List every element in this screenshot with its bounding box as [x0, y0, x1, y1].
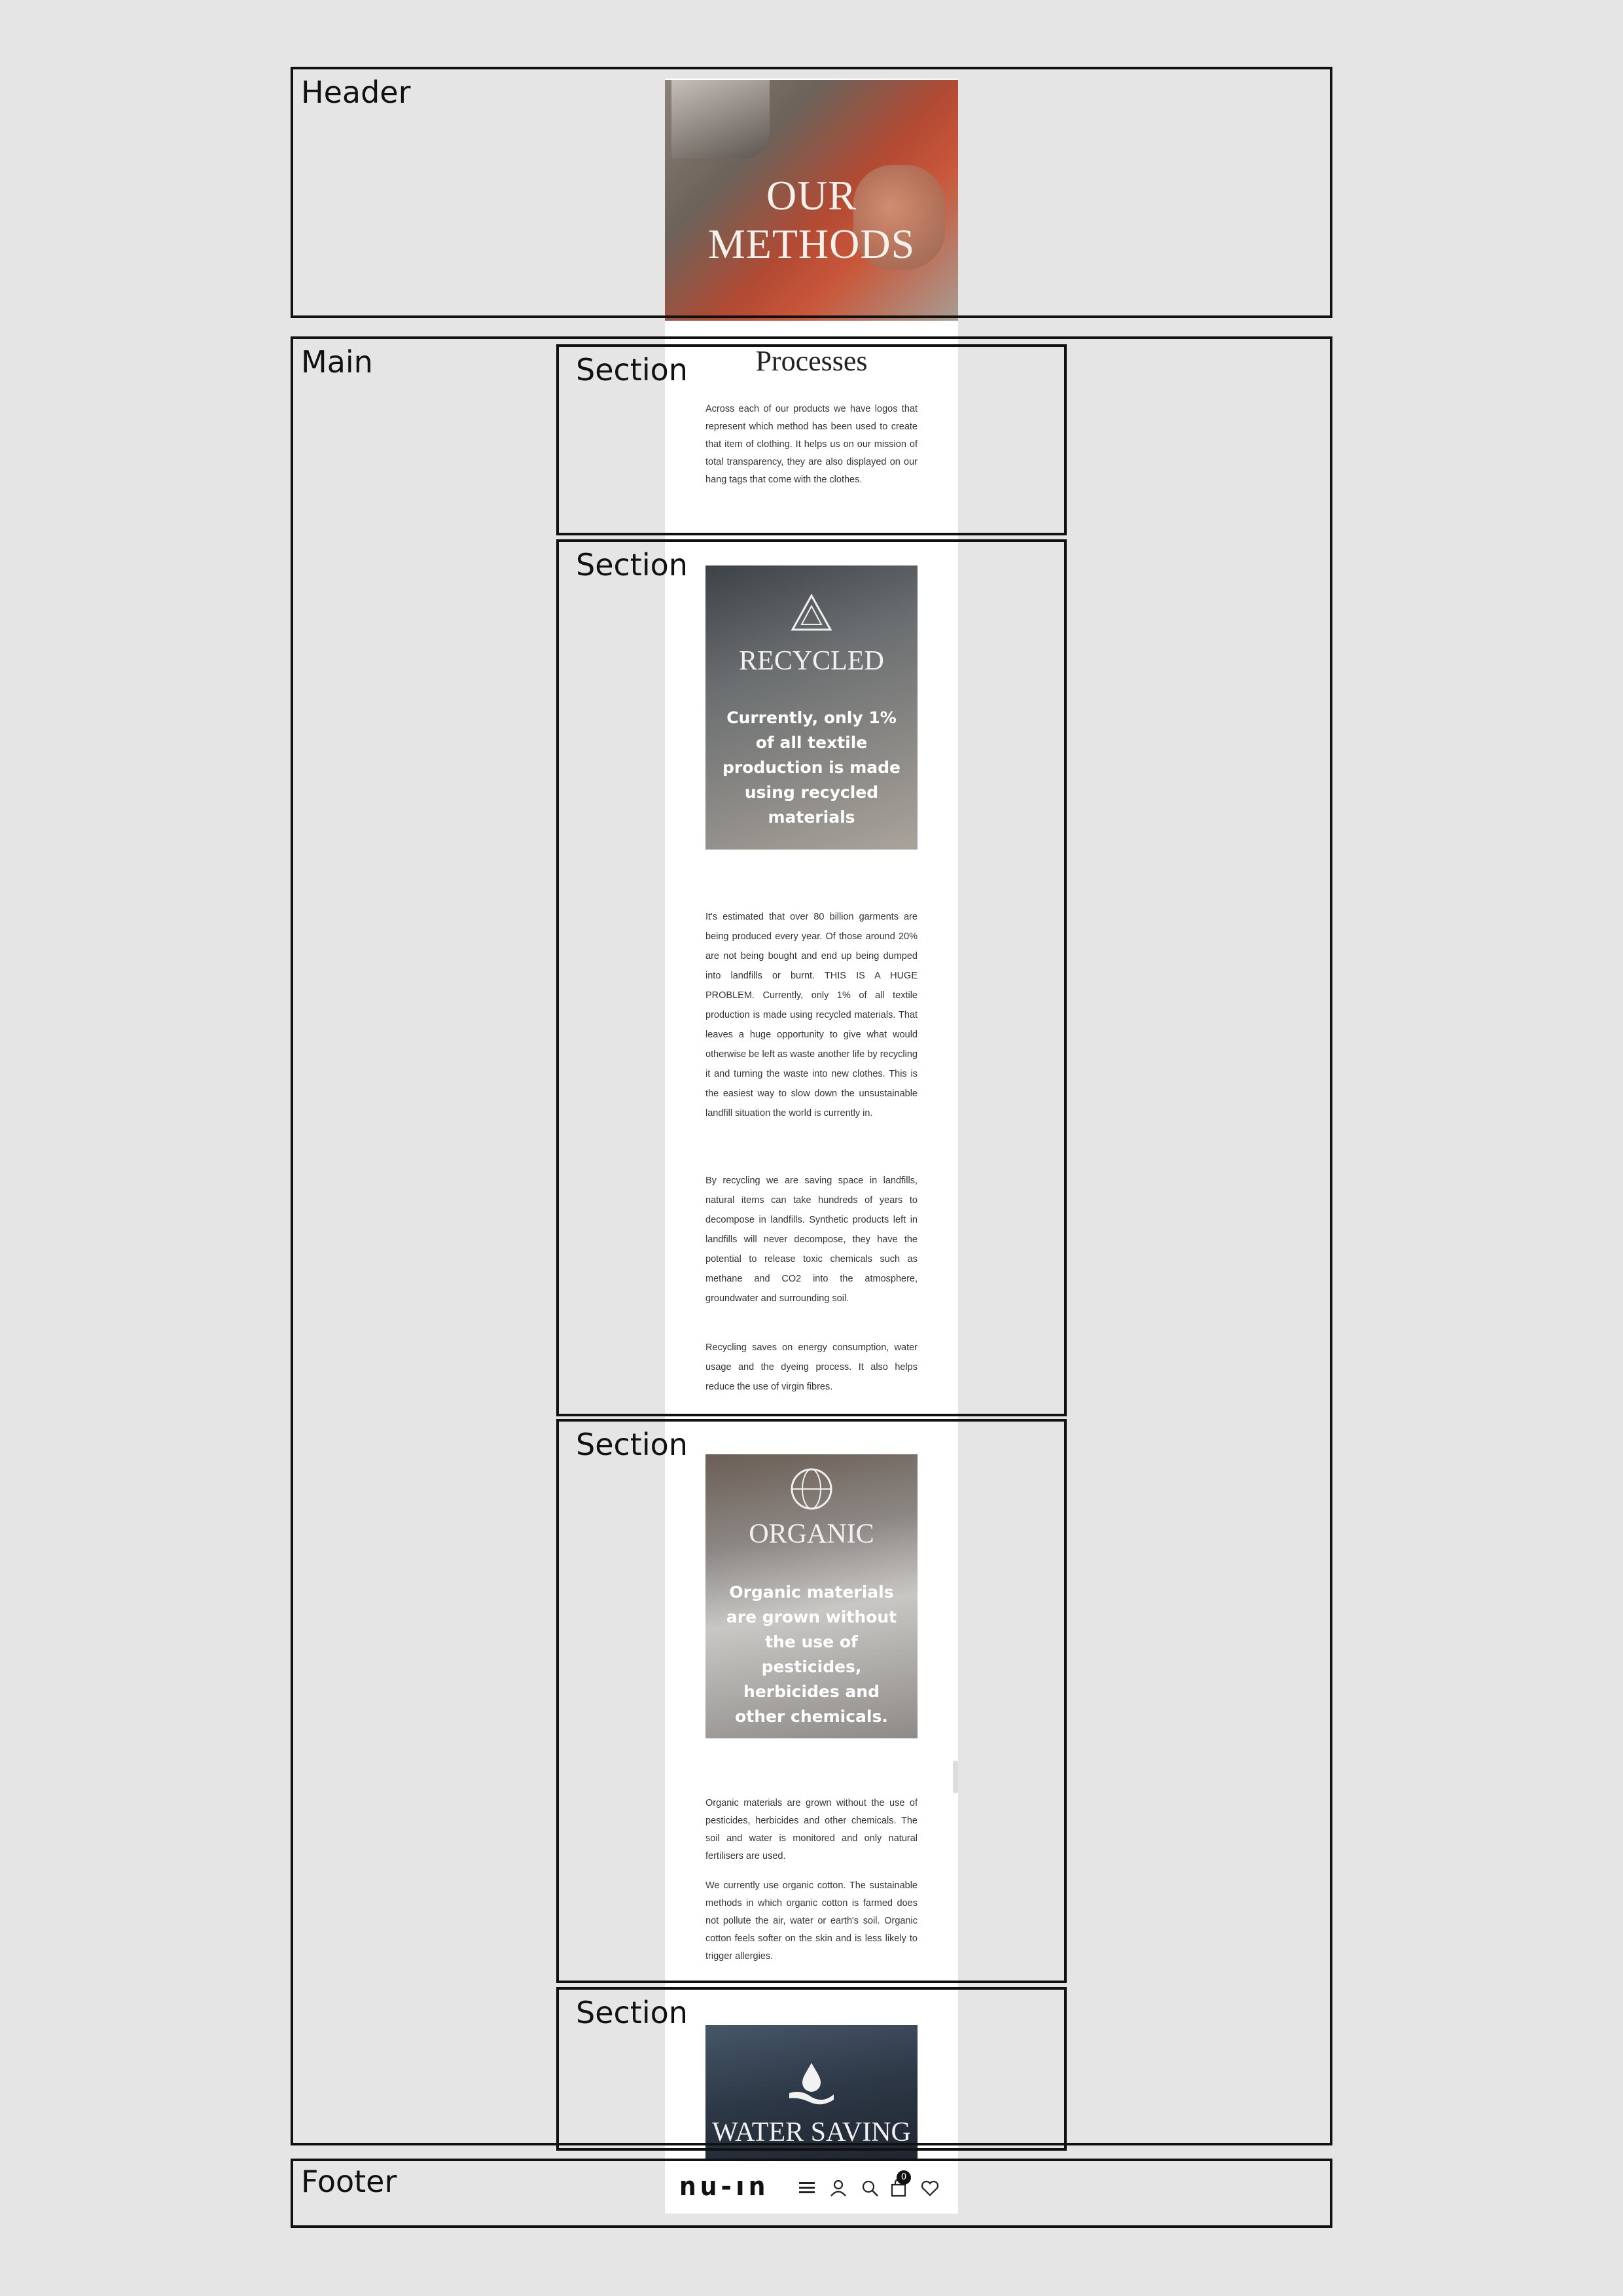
section-label: Section: [576, 352, 688, 387]
section-processes: Section: [556, 344, 1067, 535]
section-label: Section: [576, 547, 688, 583]
header-region: Header: [291, 67, 1332, 318]
section-recycled: Section: [556, 539, 1067, 1416]
section-water-saving: Section: [556, 1987, 1067, 2151]
section-organic: Section: [556, 1419, 1067, 1983]
section-label: Section: [576, 1427, 688, 1462]
footer-label: Footer: [301, 2164, 397, 2199]
footer-region: Footer: [291, 2159, 1332, 2228]
main-label: Main: [301, 344, 373, 380]
header-label: Header: [301, 75, 411, 110]
section-label: Section: [576, 1995, 688, 2030]
